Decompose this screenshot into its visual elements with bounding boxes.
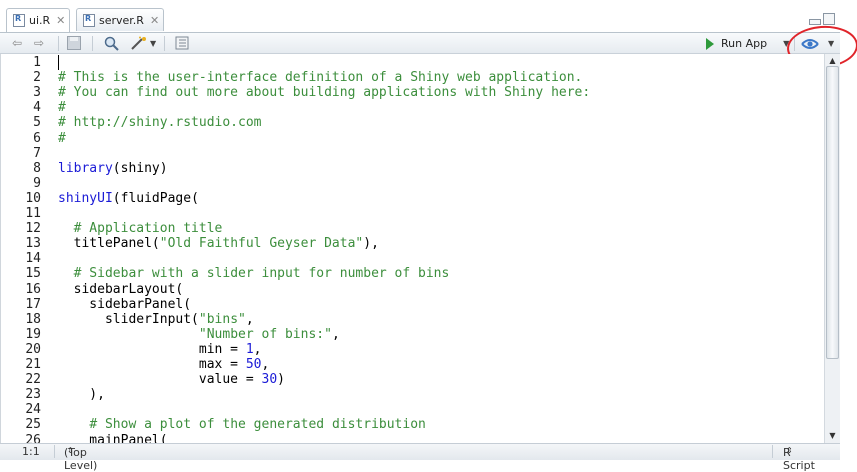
code-line[interactable]: value = 30) — [58, 372, 285, 387]
toolbar-separator — [92, 36, 93, 51]
forward-arrow-icon[interactable]: ⇨ — [34, 35, 44, 51]
code-line[interactable]: sliderInput("bins", — [58, 312, 254, 327]
chevron-down-icon[interactable]: ▼ — [828, 39, 834, 48]
line-number: 10 — [25, 190, 41, 206]
text-cursor — [58, 55, 59, 70]
minimize-pane-button[interactable] — [809, 19, 821, 25]
line-number: 1 — [33, 55, 41, 70]
code-line[interactable]: ), — [58, 387, 105, 402]
compile-report-button[interactable] — [175, 35, 189, 51]
code-line[interactable]: # — [58, 100, 66, 115]
pane-window-controls — [809, 13, 835, 25]
line-number: 12 — [25, 221, 41, 237]
code-line[interactable]: titlePanel("Old Faithful Geyser Data"), — [58, 236, 379, 251]
r-file-icon — [83, 13, 95, 27]
code-line[interactable]: sidebarPanel( — [58, 297, 191, 312]
tab-label: server.R — [99, 13, 144, 27]
notebook-icon — [175, 36, 189, 50]
line-number: 24 — [25, 402, 41, 418]
close-icon[interactable]: ✕ — [150, 14, 159, 27]
updown-icon: ⇕ — [786, 446, 793, 455]
line-number: 16 — [25, 281, 41, 297]
code-line[interactable]: library(shiny) — [58, 161, 168, 176]
line-number: 4 — [33, 100, 41, 116]
line-number: 13 — [25, 236, 41, 252]
line-number: 19 — [25, 326, 41, 342]
code-line[interactable]: # Application title — [58, 221, 223, 236]
vertical-scrollbar[interactable]: ▲ ▼ — [824, 54, 840, 443]
code-line[interactable]: # — [58, 131, 66, 146]
line-number-gutter: 1 2 3 4 5 6 7 8 9 10 11 12 13 14 15 16 17 18 19 20 21 22 23 24 2… — [1, 54, 53, 443]
updown-icon: ⇕ — [67, 446, 74, 455]
line-number: 3 — [33, 85, 41, 101]
close-icon[interactable]: ✕ — [56, 14, 65, 27]
code-line[interactable]: min = 1, — [58, 342, 262, 357]
editor-tab-bar: ui.R ✕ server.R ✕ — [0, 0, 857, 32]
magnifier-icon — [104, 36, 119, 51]
back-arrow-icon[interactable]: ⇦ — [12, 35, 22, 51]
code-line[interactable]: sidebarLayout( — [58, 282, 184, 297]
status-bar: 1:1 (Top Level) ⇕ R Script ⇕ — [0, 443, 840, 472]
code-line[interactable]: "Number of bins:", — [58, 327, 340, 342]
line-number: 6 — [33, 130, 41, 146]
line-number: 26 — [25, 432, 41, 444]
scrollbar-thumb[interactable] — [826, 66, 839, 359]
line-number: 18 — [25, 311, 41, 327]
line-number: 9 — [33, 175, 41, 191]
code-line[interactable]: max = 50, — [58, 357, 269, 372]
magic-wand-icon — [131, 36, 146, 50]
line-number: 25 — [25, 417, 41, 433]
line-number: 7 — [33, 145, 41, 161]
find-replace-button[interactable] — [104, 35, 119, 51]
publish-icon — [801, 38, 819, 49]
line-number: 23 — [25, 387, 41, 403]
tab-ui-r[interactable]: ui.R ✕ — [6, 8, 70, 32]
status-separator — [54, 445, 55, 458]
line-number: 5 — [33, 115, 41, 131]
line-number: 8 — [33, 160, 41, 176]
cursor-position: 1:1 — [22, 445, 40, 458]
code-line[interactable]: # You can find out more about building a… — [58, 85, 590, 100]
toolbar-separator — [164, 36, 165, 51]
scroll-up-icon[interactable]: ▲ — [827, 55, 838, 66]
toolbar-separator — [794, 36, 795, 51]
line-number: 22 — [25, 372, 41, 388]
tab-label: ui.R — [29, 14, 51, 27]
save-icon — [67, 36, 81, 50]
save-button[interactable] — [67, 35, 82, 51]
code-line[interactable]: # Show a plot of the generated distribut… — [58, 417, 426, 432]
line-number: 17 — [25, 296, 41, 312]
line-number: 20 — [25, 341, 41, 357]
publish-button[interactable]: ▼ — [800, 35, 834, 52]
scroll-down-icon[interactable]: ▼ — [827, 430, 838, 441]
toolbar-separator — [58, 36, 59, 51]
code-line[interactable]: mainPanel( — [58, 433, 167, 444]
line-number: 11 — [25, 206, 41, 221]
tab-server-r[interactable]: server.R ✕ — [76, 8, 164, 31]
code-line[interactable]: # Sidebar with a slider input for number… — [58, 266, 450, 281]
code-editor[interactable]: 1 2 3 4 5 6 7 8 9 10 11 12 13 14 15 16 17 18 19 20 21 22 23 24 2… — [0, 54, 840, 443]
editor-toolbar: ⇦ ⇨ ▼ Run App ▼ ▼ — [0, 32, 840, 54]
code-line[interactable]: # This is the user-interface definition … — [58, 70, 582, 85]
line-number: 2 — [33, 70, 41, 86]
line-number: 15 — [25, 266, 41, 282]
line-number: 14 — [25, 251, 41, 267]
run-app-label: Run App — [721, 37, 768, 50]
code-line[interactable]: shinyUI(fluidPage( — [58, 191, 199, 206]
r-file-icon — [13, 14, 25, 27]
play-icon — [706, 37, 714, 50]
status-separator — [772, 445, 773, 458]
code-tools-button[interactable]: ▼ — [130, 35, 156, 51]
chevron-down-icon: ▼ — [150, 38, 157, 48]
maximize-pane-button[interactable] — [823, 13, 835, 25]
run-app-button[interactable]: Run App ▼ — [706, 35, 789, 52]
line-number: 21 — [25, 357, 41, 372]
chevron-down-icon[interactable]: ▼ — [783, 39, 789, 48]
code-line[interactable]: # http://shiny.rstudio.com — [58, 115, 262, 130]
